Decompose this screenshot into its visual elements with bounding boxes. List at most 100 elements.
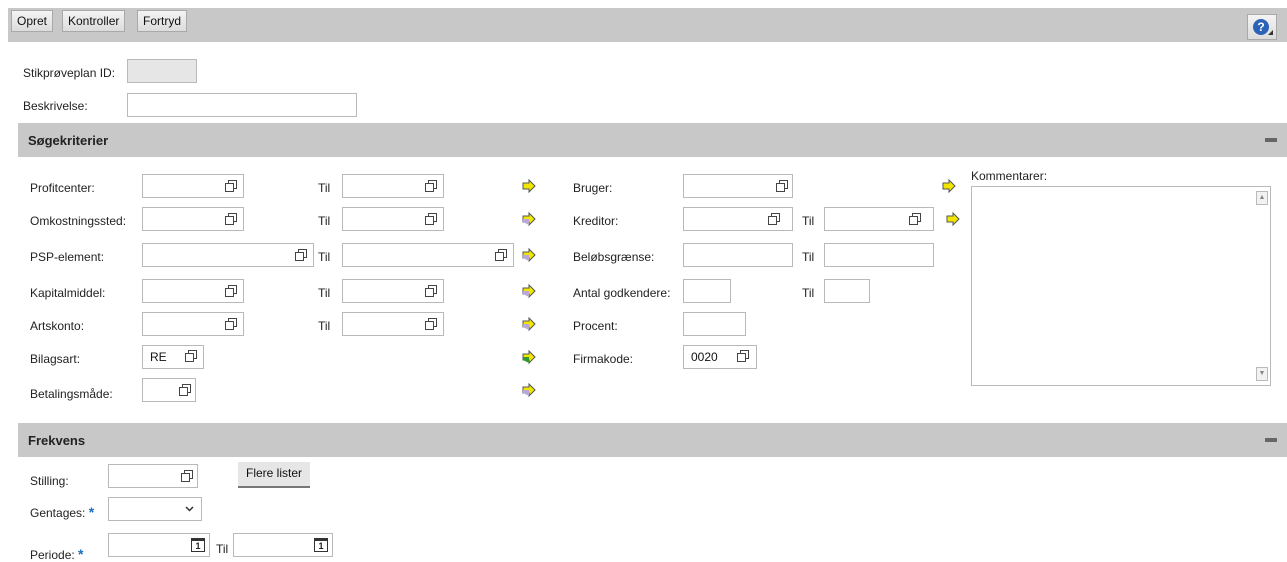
value-help-icon[interactable]	[425, 213, 437, 225]
to-label: Til	[318, 214, 331, 228]
scroll-down-button[interactable]: ▼	[1256, 367, 1268, 381]
value-help-icon[interactable]	[425, 318, 437, 330]
wbs-element-to-input[interactable]	[342, 243, 514, 267]
collapse-icon[interactable]	[1265, 138, 1277, 142]
wbs-element-from-input[interactable]	[142, 243, 314, 267]
vendor-from-input[interactable]	[683, 207, 793, 231]
user-label: Bruger:	[573, 181, 613, 195]
value-help-icon[interactable]	[737, 350, 749, 362]
more-lists-button[interactable]: Flere lister	[238, 462, 311, 488]
amount-limit-from-input[interactable]	[683, 243, 793, 267]
value-help-icon[interactable]	[225, 285, 237, 297]
dropdown-indicator-icon	[1268, 30, 1273, 35]
period-from-input[interactable]: 1	[108, 533, 210, 557]
percent-input[interactable]	[683, 312, 746, 336]
value-help-icon[interactable]	[225, 213, 237, 225]
payment-method-input[interactable]	[142, 378, 196, 402]
section-title: Frekvens	[28, 433, 86, 448]
to-label: Til	[318, 286, 331, 300]
to-label: Til	[802, 214, 815, 228]
profitcenter-label: Profitcenter:	[30, 181, 95, 195]
value-help-icon[interactable]	[185, 350, 197, 362]
calendar-icon[interactable]: 1	[191, 538, 205, 552]
asset-to-input[interactable]	[342, 279, 444, 303]
value-help-icon[interactable]	[425, 285, 437, 297]
vendor-to-input[interactable]	[824, 207, 934, 231]
gl-account-label: Artskonto:	[30, 319, 85, 333]
help-icon: ?	[1253, 19, 1269, 35]
comments-label: Kommentarer:	[971, 169, 1048, 183]
section-title: Søgekriterier	[28, 133, 109, 148]
description-label: Beskrivelse:	[23, 99, 88, 113]
doc-type-label: Bilagsart:	[30, 352, 81, 366]
value-help-icon[interactable]	[225, 180, 237, 192]
to-label: Til	[802, 286, 815, 300]
value-help-icon[interactable]	[181, 470, 193, 482]
profitcenter-to-input[interactable]	[342, 174, 444, 198]
amount-limit-to-input[interactable]	[824, 243, 934, 267]
approver-count-from-input[interactable]	[683, 279, 731, 303]
asset-label: Kapitalmiddel:	[30, 286, 106, 300]
multiple-selection-arrow-icon[interactable]	[520, 212, 536, 226]
multiple-selection-arrow-icon[interactable]	[944, 212, 960, 226]
to-label: Til	[216, 542, 229, 556]
amount-limit-label: Beløbsgrænse:	[573, 250, 655, 264]
value-help-icon[interactable]	[776, 180, 788, 192]
plan-id-field	[127, 59, 197, 83]
to-label: Til	[802, 250, 815, 264]
value-help-icon[interactable]	[495, 249, 507, 261]
multiple-selection-arrow-icon[interactable]	[520, 284, 536, 298]
cost-center-from-input[interactable]	[142, 207, 244, 231]
value-help-icon[interactable]	[425, 180, 437, 192]
cost-center-to-input[interactable]	[342, 207, 444, 231]
scroll-up-button[interactable]: ▲	[1256, 191, 1268, 205]
multiple-selection-arrow-icon[interactable]	[940, 179, 956, 193]
chevron-down-icon	[185, 506, 194, 512]
gl-account-to-input[interactable]	[342, 312, 444, 336]
value-help-icon[interactable]	[909, 213, 921, 225]
collapse-icon[interactable]	[1265, 438, 1277, 442]
check-button[interactable]: Kontroller	[62, 10, 126, 32]
to-label: Til	[318, 181, 331, 195]
value-help-icon[interactable]	[225, 318, 237, 330]
cost-center-label: Omkostningssted:	[30, 214, 127, 228]
approver-count-to-input[interactable]	[824, 279, 870, 303]
profitcenter-from-input[interactable]	[142, 174, 244, 198]
undo-button[interactable]: Fortryd	[137, 10, 188, 32]
multiple-selection-arrow-icon[interactable]	[520, 383, 536, 397]
gl-account-from-input[interactable]	[142, 312, 244, 336]
value-help-icon[interactable]	[768, 213, 780, 225]
multiple-selection-arrow-icon[interactable]	[520, 179, 536, 193]
wbs-element-label: PSP-element:	[30, 250, 105, 264]
search-criteria-header[interactable]: Søgekriterier	[18, 123, 1287, 157]
position-input[interactable]	[108, 464, 198, 488]
multiple-selection-arrow-icon[interactable]	[520, 317, 536, 331]
multiple-selection-arrow-icon[interactable]	[520, 248, 536, 262]
description-input[interactable]	[127, 93, 357, 117]
to-label: Til	[318, 250, 331, 264]
value-help-icon[interactable]	[179, 384, 191, 396]
multiple-selection-active-arrow-icon[interactable]	[520, 350, 536, 364]
required-marker: *	[88, 504, 95, 520]
period-label: Periode: *	[30, 546, 84, 562]
required-marker: *	[78, 546, 84, 562]
calendar-icon[interactable]: 1	[314, 538, 328, 552]
to-label: Til	[318, 319, 331, 333]
toolbar	[8, 8, 1287, 42]
percent-label: Procent:	[573, 319, 618, 333]
asset-from-input[interactable]	[142, 279, 244, 303]
comments-textarea[interactable]: ▲ ▼	[971, 186, 1271, 386]
plan-id-label: Stikprøveplan ID:	[23, 66, 116, 80]
help-button[interactable]: ?	[1247, 14, 1277, 40]
payment-method-label: Betalingsmåde:	[30, 387, 113, 401]
create-button[interactable]: Opret	[11, 10, 54, 32]
value-help-icon[interactable]	[295, 249, 307, 261]
frequency-header[interactable]: Frekvens	[18, 423, 1287, 457]
company-code-label: Firmakode:	[573, 352, 634, 366]
vendor-label: Kreditor:	[573, 214, 619, 228]
period-to-input[interactable]: 1	[233, 533, 333, 557]
repeat-label: Gentages: *	[30, 504, 95, 520]
user-input[interactable]	[683, 174, 793, 198]
position-label: Stilling:	[30, 474, 69, 488]
repeat-select[interactable]	[108, 497, 202, 521]
